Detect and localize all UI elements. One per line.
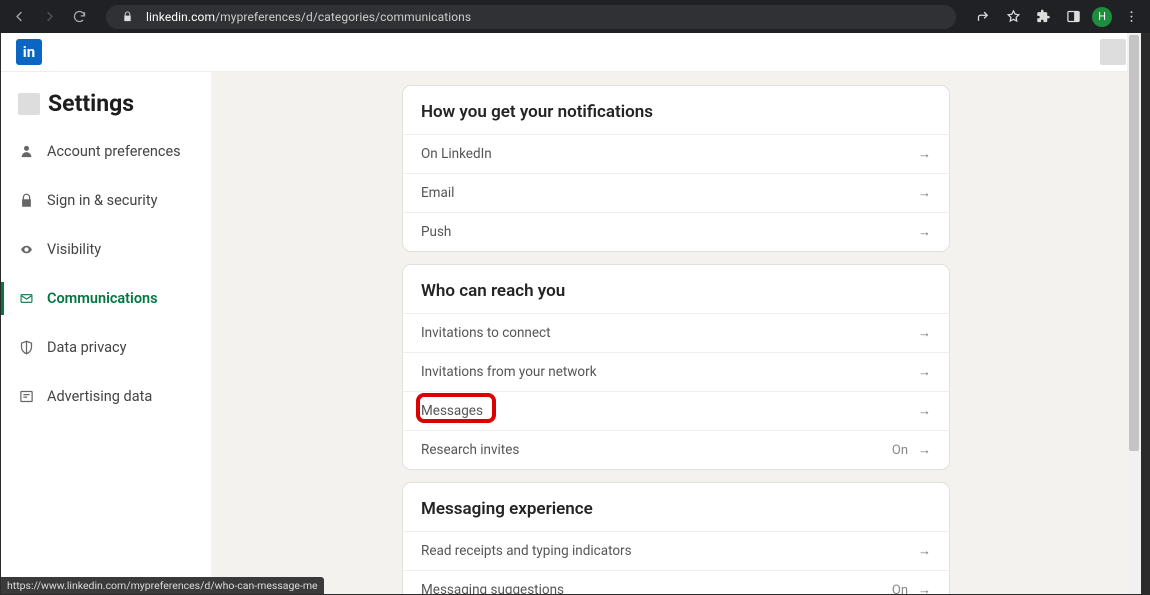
share-icon[interactable] <box>972 6 994 28</box>
back-button[interactable] <box>8 6 30 28</box>
page: in Settings Account preferences <box>1 33 1141 594</box>
sidebar-title-row: Settings <box>1 90 211 127</box>
setting-row-email[interactable]: Email → <box>403 174 949 212</box>
lock-icon <box>18 192 35 209</box>
profile-avatar[interactable]: H <box>1092 7 1112 27</box>
arrow-right-icon: → <box>918 325 931 341</box>
arrow-right-icon: → <box>918 442 931 458</box>
row-label: Research invites <box>421 442 519 458</box>
arrow-right-icon: → <box>918 543 931 559</box>
extensions-icon[interactable] <box>1032 6 1054 28</box>
row-label: Invitations from your network <box>421 364 597 380</box>
row-label: Messages <box>421 403 483 419</box>
url-bar[interactable]: linkedin.com/mypreferences/d/categories/… <box>106 5 956 29</box>
arrow-right-icon: → <box>918 224 931 240</box>
arrow-right-icon: → <box>918 582 931 594</box>
url-text: linkedin.com/mypreferences/d/categories/… <box>146 10 471 24</box>
section-card-notifications: How you get your notifications On Linked… <box>403 86 949 251</box>
setting-row-invitations-network[interactable]: Invitations from your network → <box>403 353 949 391</box>
sidebar-item-label: Communications <box>47 290 158 307</box>
shield-icon <box>18 339 35 356</box>
arrow-right-icon: → <box>918 403 931 419</box>
sidebar-item-advertising-data[interactable]: Advertising data <box>1 372 211 421</box>
row-value: On <box>892 583 908 595</box>
sidebar-item-sign-in-security[interactable]: Sign in & security <box>1 176 211 225</box>
linkedin-logo[interactable]: in <box>16 39 42 65</box>
star-icon[interactable] <box>1002 6 1024 28</box>
page-wrap: in Settings Account preferences <box>0 33 1150 595</box>
newspaper-icon <box>18 388 35 405</box>
browser-chrome: linkedin.com/mypreferences/d/categories/… <box>0 0 1150 33</box>
mail-icon <box>18 290 35 307</box>
sidebar-item-label: Data privacy <box>47 339 126 356</box>
section-title: Messaging experience <box>403 483 949 531</box>
setting-row-messaging-suggestions[interactable]: Messaging suggestions On → <box>403 571 949 594</box>
sidebar-item-account-preferences[interactable]: Account preferences <box>1 127 211 176</box>
lock-icon <box>116 6 138 28</box>
arrow-right-icon: → <box>918 364 931 380</box>
sidebar-item-label: Visibility <box>47 241 101 258</box>
sidebar-item-label: Advertising data <box>47 388 152 405</box>
sidebar-item-data-privacy[interactable]: Data privacy <box>1 323 211 372</box>
section-title: How you get your notifications <box>403 86 949 134</box>
section-title: Who can reach you <box>403 265 949 313</box>
row-label: On LinkedIn <box>421 146 492 162</box>
setting-row-messages[interactable]: Messages → <box>403 392 949 430</box>
forward-button[interactable] <box>38 6 60 28</box>
panel-icon[interactable] <box>1062 6 1084 28</box>
sidebar-item-communications[interactable]: Communications <box>1 274 211 323</box>
section-card-reach-you: Who can reach you Invitations to connect… <box>403 265 949 469</box>
section-card-messaging-experience: Messaging experience Read receipts and t… <box>403 483 949 594</box>
sidebar-item-label: Account preferences <box>47 143 181 160</box>
scrollbar-thumb[interactable] <box>1129 35 1139 451</box>
row-label: Email <box>421 185 454 201</box>
sidebar-title: Settings <box>48 90 134 117</box>
row-label: Push <box>421 224 451 240</box>
eye-icon <box>18 241 35 258</box>
setting-row-research-invites[interactable]: Research invites On → <box>403 431 949 469</box>
person-icon <box>18 143 35 160</box>
setting-row-read-receipts[interactable]: Read receipts and typing indicators → <box>403 532 949 570</box>
back-icon-placeholder[interactable] <box>18 93 40 115</box>
sidebar-item-label: Sign in & security <box>47 192 157 209</box>
row-label: Messaging suggestions <box>421 582 564 594</box>
reload-button[interactable] <box>68 6 90 28</box>
arrow-right-icon: → <box>918 185 931 201</box>
header-avatar[interactable] <box>1100 39 1126 65</box>
sidebar-item-visibility[interactable]: Visibility <box>1 225 211 274</box>
arrow-right-icon: → <box>918 146 931 162</box>
scrollbar-track[interactable] <box>1127 33 1141 594</box>
status-bar-url: https://www.linkedin.com/mypreferences/d… <box>1 577 324 594</box>
setting-row-invitations-connect[interactable]: Invitations to connect → <box>403 314 949 352</box>
site-header: in <box>1 33 1141 72</box>
row-value: On <box>892 443 908 458</box>
main-panel: How you get your notifications On Linked… <box>211 72 1141 594</box>
setting-row-push[interactable]: Push → <box>403 213 949 251</box>
setting-row-on-linkedin[interactable]: On LinkedIn → <box>403 135 949 173</box>
row-label: Invitations to connect <box>421 325 551 341</box>
row-label: Read receipts and typing indicators <box>421 543 632 559</box>
content: Settings Account preferences Sign in & s… <box>1 72 1141 594</box>
sidebar: Settings Account preferences Sign in & s… <box>1 72 211 594</box>
menu-icon[interactable] <box>1120 6 1142 28</box>
